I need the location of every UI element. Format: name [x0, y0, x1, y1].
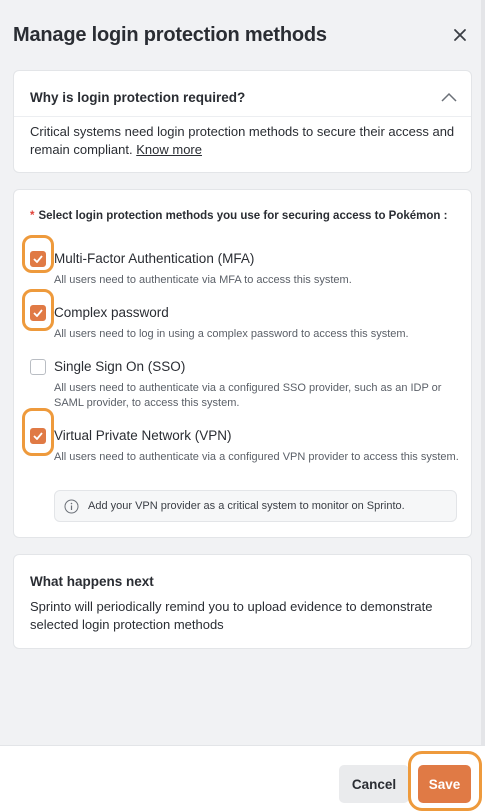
- mfa-description: All users need to authenticate via MFA t…: [54, 274, 352, 286]
- required-marker: *: [30, 210, 35, 222]
- collapse-toggle[interactable]: [441, 90, 457, 102]
- vpn-checkbox[interactable]: [30, 428, 46, 444]
- next-heading: What happens next: [30, 574, 154, 589]
- methods-prompt-text: Select login protection methods you use …: [38, 210, 448, 222]
- next-body: Sprinto will periodically remind you to …: [30, 599, 433, 632]
- complex-password-label[interactable]: Complex password: [54, 305, 169, 320]
- methods-section: * Select login protection methods you use…: [13, 189, 472, 538]
- vpn-description: All users need to authenticate via a con…: [54, 451, 459, 463]
- next-section: What happens next Sprinto will periodica…: [13, 554, 472, 649]
- sso-checkbox[interactable]: [30, 359, 46, 375]
- checkmark-icon: [33, 309, 43, 317]
- vpn-info-banner: Add your VPN provider as a critical syst…: [54, 490, 457, 522]
- complex-password-checkbox[interactable]: [30, 305, 46, 321]
- why-body-text: Critical systems need login protection m…: [30, 124, 455, 157]
- scrollbar[interactable]: [481, 0, 485, 745]
- complex-password-description: All users need to log in using a complex…: [54, 328, 409, 340]
- why-section: Why is login protection required? Critic…: [13, 70, 472, 173]
- save-button[interactable]: Save: [418, 765, 471, 803]
- dialog-footer: Cancel Save: [0, 745, 485, 812]
- mfa-checkbox[interactable]: [30, 251, 46, 267]
- sso-label[interactable]: Single Sign On (SSO): [54, 359, 185, 374]
- dialog-title: Manage login protection methods: [13, 24, 327, 46]
- divider: [14, 116, 471, 117]
- why-body: Critical systems need login protection m…: [30, 123, 460, 159]
- close-icon: [454, 29, 466, 41]
- info-text: Add your VPN provider as a critical syst…: [88, 500, 405, 512]
- chevron-up-icon: [441, 92, 457, 102]
- mfa-label[interactable]: Multi-Factor Authentication (MFA): [54, 251, 254, 266]
- methods-prompt: * Select login protection methods you use…: [30, 210, 447, 222]
- vpn-label[interactable]: Virtual Private Network (VPN): [54, 428, 232, 443]
- dialog-header: Manage login protection methods: [0, 0, 485, 70]
- checkmark-icon: [33, 432, 43, 440]
- why-heading: Why is login protection required?: [30, 90, 246, 105]
- close-button[interactable]: [449, 24, 471, 46]
- cancel-button[interactable]: Cancel: [339, 765, 409, 803]
- sso-description: All users need to authenticate via a con…: [54, 382, 442, 409]
- info-icon: [64, 499, 79, 514]
- checkmark-icon: [33, 255, 43, 263]
- know-more-link[interactable]: Know more: [136, 142, 202, 157]
